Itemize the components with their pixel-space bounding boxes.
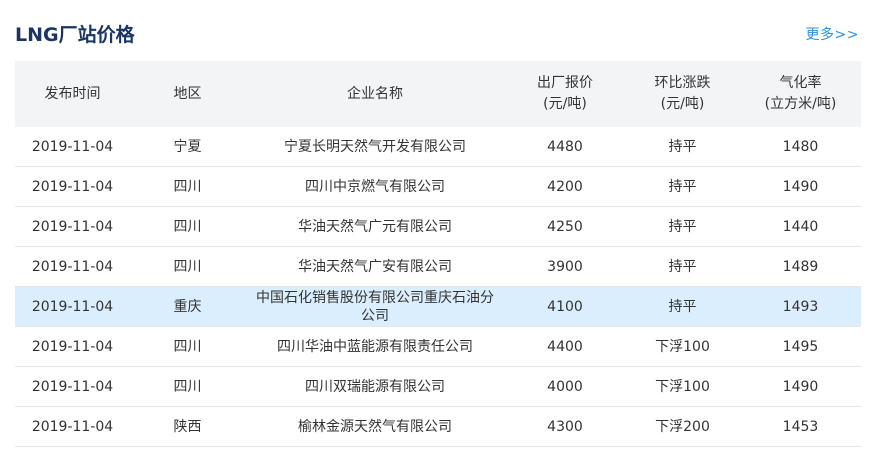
column-header-company: 企业名称: [245, 61, 505, 127]
table-header-row: 发布时间 地区 企业名称 出厂报价 (元/吨) 环比涨跌 (元/吨) 气化率 (立方米…: [15, 61, 861, 127]
cell-company: 四川华油中蓝能源有限责任公司: [245, 326, 505, 367]
table-row[interactable]: 2019-11-04 陕西 榆林金源天然气有限公司 4300 下浮200 145…: [15, 406, 861, 447]
cell-region: 宁夏: [130, 127, 245, 167]
cell-date: 2019-11-04: [15, 127, 130, 167]
cell-date: 2019-11-04: [15, 366, 130, 407]
cell-date: 2019-11-04: [15, 286, 130, 327]
cell-rate: 1490: [740, 366, 861, 407]
table-row[interactable]: 2019-11-04 四川 四川华油中蓝能源有限责任公司 4400 下浮100 …: [15, 326, 861, 367]
table-row[interactable]: 2019-11-04 宁夏 宁夏长明天然气开发有限公司 4480 持平 1480: [15, 127, 861, 167]
cell-date: 2019-11-04: [15, 166, 130, 207]
lng-price-panel: LNG厂站价格 更多>> 发布时间 地区 企业名称 出厂报价 (元/吨) 环比涨跌…: [0, 0, 880, 470]
cell-company: 四川中京燃气有限公司: [245, 166, 505, 207]
cell-rate: 1490: [740, 166, 861, 207]
cell-rate: 1493: [740, 286, 861, 327]
cell-date: 2019-11-04: [15, 246, 130, 287]
table-row[interactable]: 2019-11-04 四川 华油天然气广元有限公司 4250 持平 1440: [15, 206, 861, 247]
cell-company: 华油天然气广元有限公司: [245, 206, 505, 247]
cell-region: 四川: [130, 366, 245, 407]
cell-change: 持平: [625, 127, 740, 167]
cell-price: 4100: [505, 286, 625, 327]
cell-change: 下浮200: [625, 406, 740, 447]
more-link[interactable]: 更多>>: [806, 24, 859, 44]
cell-change: 持平: [625, 166, 740, 207]
cell-region: 四川: [130, 206, 245, 247]
cell-date: 2019-11-04: [15, 406, 130, 447]
cell-company: 宁夏长明天然气开发有限公司: [245, 127, 505, 167]
cell-price: 4480: [505, 127, 625, 167]
cell-price: 4400: [505, 326, 625, 367]
column-header-gasification-rate: 气化率 (立方米/吨): [740, 61, 861, 127]
cell-date: 2019-11-04: [15, 206, 130, 247]
cell-region: 四川: [130, 166, 245, 207]
cell-rate: 1453: [740, 406, 861, 447]
cell-company: 榆林金源天然气有限公司: [245, 406, 505, 447]
table-row[interactable]: 2019-11-04 四川 华油天然气广安有限公司 3900 持平 1489: [15, 246, 861, 287]
column-header-date: 发布时间: [15, 61, 130, 127]
cell-rate: 1495: [740, 326, 861, 367]
cell-change: 持平: [625, 206, 740, 247]
cell-change: 持平: [625, 246, 740, 287]
cell-change: 下浮100: [625, 366, 740, 407]
cell-region: 陕西: [130, 406, 245, 447]
cell-company: 中国石化销售股份有限公司重庆石油分公司: [245, 286, 505, 327]
cell-company: 华油天然气广安有限公司: [245, 246, 505, 287]
cell-price: 3900: [505, 246, 625, 287]
price-table: 发布时间 地区 企业名称 出厂报价 (元/吨) 环比涨跌 (元/吨) 气化率 (立方米…: [15, 61, 861, 447]
table-row-highlighted[interactable]: 2019-11-04 重庆 中国石化销售股份有限公司重庆石油分公司 4100 持…: [15, 286, 861, 327]
price-table-container: 发布时间 地区 企业名称 出厂报价 (元/吨) 环比涨跌 (元/吨) 气化率 (立方米…: [15, 61, 861, 447]
cell-change: 下浮100: [625, 326, 740, 367]
cell-rate: 1440: [740, 206, 861, 247]
cell-price: 4300: [505, 406, 625, 447]
panel-title: LNG厂站价格: [15, 24, 135, 46]
cell-company: 四川双瑞能源有限公司: [245, 366, 505, 407]
cell-region: 四川: [130, 246, 245, 287]
column-header-change: 环比涨跌 (元/吨): [625, 61, 740, 127]
table-row[interactable]: 2019-11-04 四川 四川双瑞能源有限公司 4000 下浮100 1490: [15, 366, 861, 407]
cell-price: 4200: [505, 166, 625, 207]
cell-change: 持平: [625, 286, 740, 327]
cell-rate: 1489: [740, 246, 861, 287]
cell-price: 4250: [505, 206, 625, 247]
column-header-price: 出厂报价 (元/吨): [505, 61, 625, 127]
cell-region: 重庆: [130, 286, 245, 327]
column-header-region: 地区: [130, 61, 245, 127]
cell-date: 2019-11-04: [15, 326, 130, 367]
cell-region: 四川: [130, 326, 245, 367]
cell-rate: 1480: [740, 127, 861, 167]
panel-header: LNG厂站价格 更多>>: [15, 18, 861, 48]
table-row[interactable]: 2019-11-04 四川 四川中京燃气有限公司 4200 持平 1490: [15, 166, 861, 207]
cell-price: 4000: [505, 366, 625, 407]
